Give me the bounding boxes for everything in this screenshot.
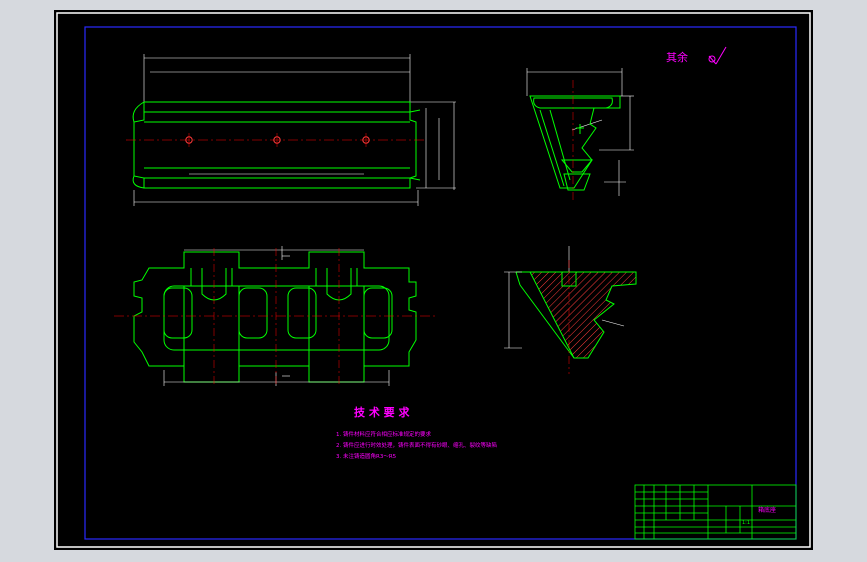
front-view[interactable] <box>126 54 456 206</box>
roughness-symbol-icon <box>708 46 727 65</box>
tech-req-item: 2. 铸件应进行时效处理，铸件表面不得有砂眼、缩孔、裂纹等缺陷 <box>336 441 497 449</box>
drawing-scale: 1:1 <box>742 520 750 526</box>
roughness-note-text: 其余 <box>666 50 688 64</box>
part-name: 箱底座 <box>758 506 776 514</box>
outer-border <box>56 12 811 548</box>
section-view[interactable] <box>504 246 637 374</box>
cad-viewport[interactable]: 其余 技 术 要 求 1. 铸件材料应符合相应标准规定的要求 2. 铸件应进行时… <box>0 0 867 562</box>
top-view[interactable] <box>114 246 438 386</box>
inner-frame <box>84 26 797 540</box>
section-hatch <box>529 271 637 359</box>
tech-req-item: 3. 未注铸造圆角R3～R5 <box>336 452 397 460</box>
side-view[interactable] <box>526 68 634 202</box>
tech-req-item: 1. 铸件材料应符合相应标准规定的要求 <box>336 430 431 438</box>
technical-requirements: 技 术 要 求 1. 铸件材料应符合相应标准规定的要求 2. 铸件应进行时效处理… <box>336 405 497 460</box>
tech-req-title: 技 术 要 求 <box>354 405 410 419</box>
drawing-sheet: 其余 技 术 要 求 1. 铸件材料应符合相应标准规定的要求 2. 铸件应进行时… <box>54 10 813 550</box>
drawing-canvas[interactable]: 其余 技 术 要 求 1. 铸件材料应符合相应标准规定的要求 2. 铸件应进行时… <box>54 10 813 550</box>
title-block[interactable]: 箱底座 1:1 <box>634 484 797 540</box>
